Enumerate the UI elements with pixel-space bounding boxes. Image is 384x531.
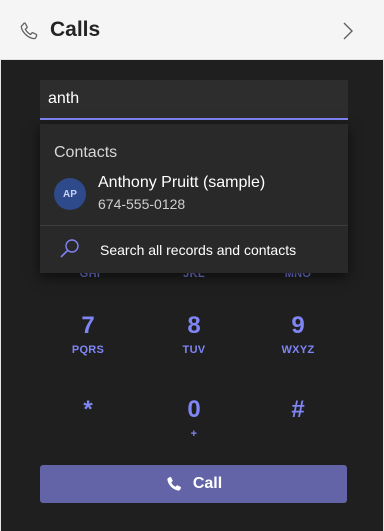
contacts-section-label: Contacts bbox=[54, 144, 118, 161]
contact-name: Anthony Pruitt (sample) bbox=[98, 174, 266, 191]
search-all-records-option[interactable]: Search all records and contacts bbox=[40, 226, 348, 272]
contact-suggestions-dropdown: Contacts AP Anthony Pruitt (sample) 674-… bbox=[40, 124, 348, 273]
avatar: AP bbox=[54, 178, 86, 210]
dial-key-8[interactable]: 8 TUV bbox=[144, 312, 244, 356]
call-button-label: Call bbox=[192, 475, 223, 492]
key-digit: # bbox=[291, 396, 305, 423]
header: Calls bbox=[0, 0, 384, 60]
key-digit: 0 bbox=[187, 396, 201, 423]
chevron-right-icon[interactable] bbox=[340, 20, 356, 42]
phone-icon bbox=[167, 477, 181, 491]
dial-search-field[interactable] bbox=[40, 80, 348, 120]
key-letters: WXYZ bbox=[281, 344, 315, 356]
dial-key-9[interactable]: 9 WXYZ bbox=[248, 312, 348, 356]
contact-number: 674-555-0128 bbox=[98, 196, 186, 212]
key-digit: 7 bbox=[81, 312, 95, 339]
page-title: Calls bbox=[50, 18, 101, 41]
call-button[interactable]: Call bbox=[40, 465, 347, 503]
key-digit: * bbox=[83, 396, 93, 423]
dial-key-hash[interactable]: # bbox=[248, 396, 348, 428]
search-input[interactable] bbox=[40, 80, 348, 118]
key-letters: + bbox=[190, 428, 198, 440]
search-all-label: Search all records and contacts bbox=[100, 242, 297, 258]
dial-key-0[interactable]: 0 + bbox=[144, 396, 244, 440]
search-icon bbox=[60, 239, 79, 258]
key-letters: PQRS bbox=[71, 344, 105, 356]
key-digit: 8 bbox=[187, 312, 201, 339]
key-digit: 9 bbox=[291, 312, 305, 339]
key-letters: TUV bbox=[182, 344, 206, 356]
phone-icon bbox=[20, 22, 38, 40]
dial-key-7[interactable]: 7 PQRS bbox=[38, 312, 138, 356]
contact-suggestion[interactable]: AP Anthony Pruitt (sample) 674-555-0128 bbox=[40, 170, 348, 218]
dial-key-star[interactable]: * bbox=[38, 396, 138, 428]
